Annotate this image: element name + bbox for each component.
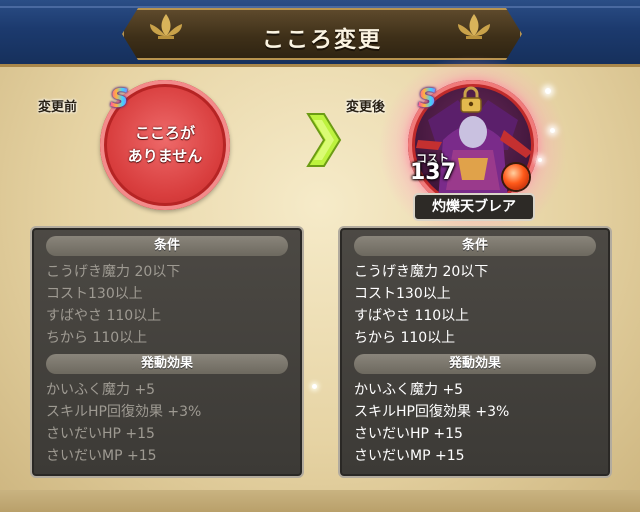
after-label: 変更後 [346, 100, 386, 115]
effect-row: さいだいHP +15 [46, 426, 155, 442]
condition-row: こうげき魔力 20以下 [354, 264, 489, 280]
fleur-de-lis-icon [458, 14, 490, 39]
condition-row: コスト130以上 [354, 286, 451, 302]
condition-row: すばやさ 110以上 [46, 308, 162, 324]
bottom-strip [0, 490, 640, 512]
effect-row: かいふく魔力 +5 [46, 382, 156, 398]
effect-row: スキルHP回復効果 +3% [354, 404, 510, 420]
element-orb-icon [503, 164, 529, 190]
lock-icon[interactable] [458, 86, 484, 114]
condition-row: こうげき魔力 20以下 [46, 264, 181, 280]
effect-row: さいだいMP +15 [46, 448, 157, 464]
effects-header: 発動効果 [354, 354, 596, 374]
conditions-header: 条件 [354, 236, 596, 256]
after-info-panel: 条件 こうげき魔力 20以下 コスト130以上 すばやさ 110以上 ちから 1… [338, 226, 612, 478]
effect-row: さいだいMP +15 [354, 448, 465, 464]
condition-row: すばやさ 110以上 [354, 308, 470, 324]
before-label: 変更前 [38, 100, 78, 115]
heart-name-plate: 灼爍天ブレア [413, 193, 535, 221]
after-rank-badge: S [418, 84, 437, 114]
arrow-right-icon [306, 113, 342, 167]
sparkle [545, 88, 551, 94]
effect-row: さいだいHP +15 [354, 426, 463, 442]
cost-value: 137 [410, 160, 456, 185]
sparkle [550, 128, 555, 133]
fleur-de-lis-icon [150, 14, 182, 39]
effect-row: スキルHP回復効果 +3% [46, 404, 202, 420]
condition-row: ちから 110以上 [354, 330, 456, 346]
conditions-header: 条件 [46, 236, 288, 256]
empty-slot-line-1: こころが [134, 124, 195, 142]
effects-header: 発動効果 [46, 354, 288, 374]
empty-slot-line-2: ありません [127, 147, 203, 165]
condition-row: ちから 110以上 [46, 330, 148, 346]
sparkle [312, 384, 317, 389]
condition-row: コスト130以上 [46, 286, 143, 302]
sparkle [538, 158, 542, 162]
empty-slot-text: こころが ありません [100, 122, 230, 168]
before-rank-badge: S [110, 84, 129, 114]
effect-row: かいふく魔力 +5 [354, 382, 464, 398]
before-info-panel: 条件 こうげき魔力 20以下 コスト130以上 すばやさ 110以上 ちから 1… [30, 226, 304, 478]
